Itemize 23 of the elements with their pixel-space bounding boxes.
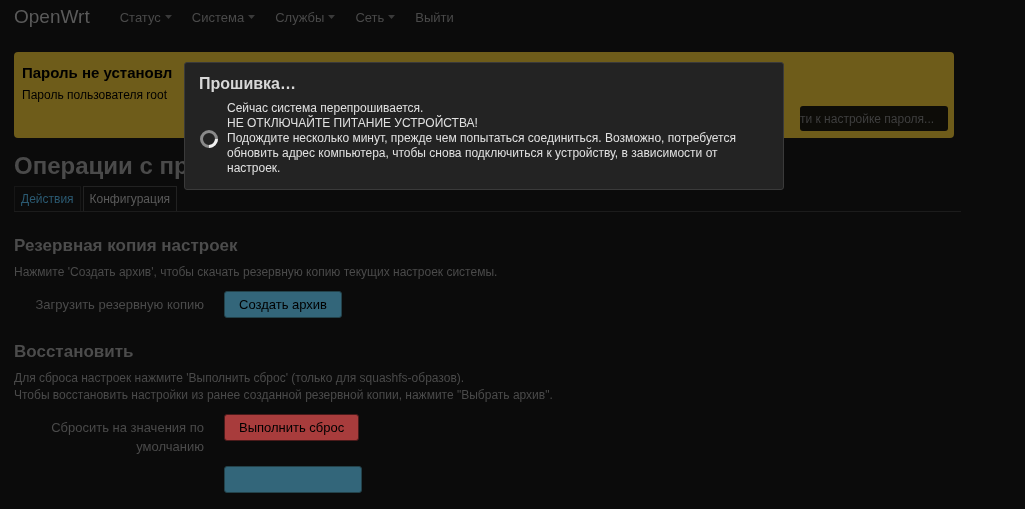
section-description: Для сброса настроек нажмите 'Выполнить сброс' (только для squashfs-образов).	[14, 370, 466, 387]
dialog-message: Сейчас система перепрошивается. НЕ ОТКЛЮЧАЙТЕ ПИТАНИЕ УСТРОЙСТВА! Подождите несколько минут, прежде чем попытаться соединиться. Возможно, потребуется обновить адрес компьютера, чтобы снова подключиться к устройству, в зависимости от настроек.	[227, 101, 737, 176]
nav-menu-item[interactable]: Статус	[119, 9, 172, 25]
reset-button[interactable]: Выполнить сброс	[224, 414, 360, 441]
warning-title: Пароль не установл	[22, 64, 174, 81]
dialog-title: Прошивка…	[199, 75, 297, 93]
action-button[interactable]	[224, 466, 362, 493]
section-description: Нажмите 'Создать архив', чтобы скачать резервную копию текущих настроек системы.	[14, 264, 499, 281]
nav-menu-item[interactable]: Сеть	[355, 9, 396, 25]
tab[interactable]: Действия	[14, 186, 81, 211]
nav-menu-item[interactable]: Система	[191, 9, 256, 25]
section-title: Резервная копия настроек	[14, 236, 239, 256]
section-description: Чтобы восстановить настройки из ранее созданной резервной копии, нажмите "Выбрать архив".	[14, 387, 554, 404]
section-title: Восстановить	[14, 342, 135, 362]
warning-text: Пароль пользователя root	[22, 88, 168, 102]
brand-logo[interactable]: OpenWrt	[14, 6, 90, 28]
action-button[interactable]: Создать архив	[224, 291, 342, 318]
tab[interactable]: Конфигурация	[82, 186, 178, 211]
spinner-icon	[199, 128, 219, 149]
field-label: Загрузить резервную копию	[34, 296, 204, 314]
nav-menu-item[interactable]: Службы	[275, 9, 336, 25]
nav-menu-item[interactable]: Выйти	[415, 9, 454, 25]
field-label: Сбросить на значения по умолчанию	[50, 419, 204, 456]
